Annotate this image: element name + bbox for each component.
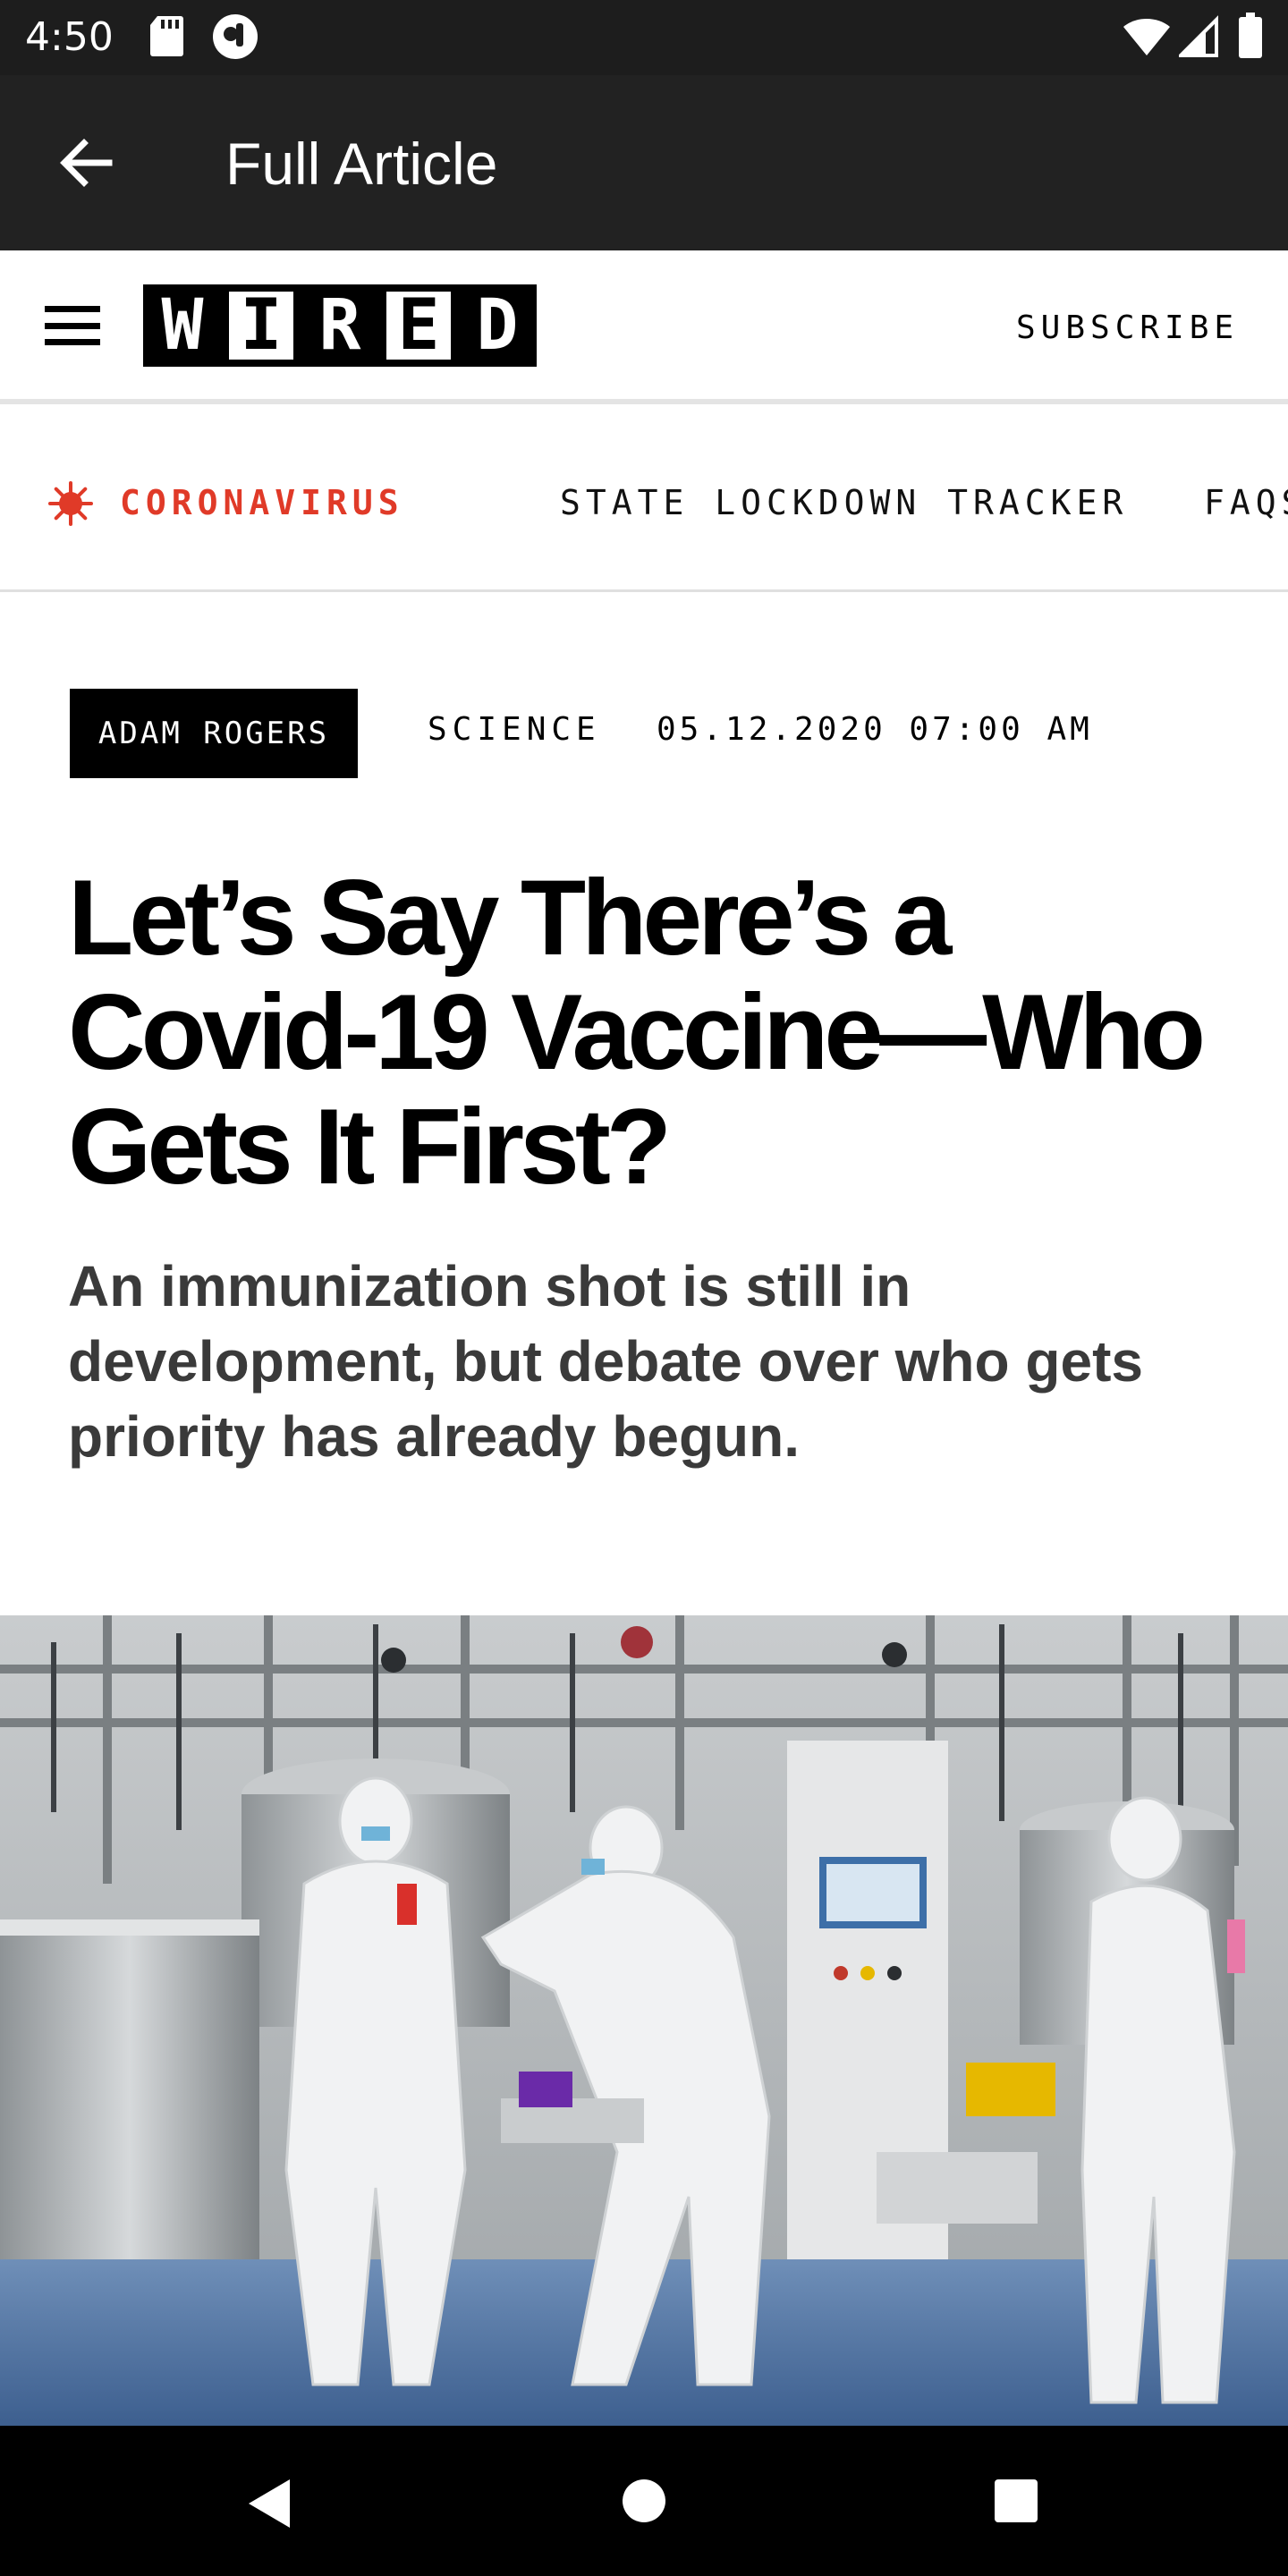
nav-item-coronavirus[interactable]: CORONAVIRUS [120,479,404,526]
vpn-icon [213,14,258,59]
battery-icon [1239,13,1262,58]
arrow-left-icon [60,139,113,187]
section-tag[interactable]: SCIENCE [428,711,601,748]
sd-card-icon [150,16,183,56]
logo-letter: W [143,284,222,367]
logo-letter: R [301,284,379,367]
wired-logo[interactable]: W I R E D [143,284,537,367]
article-headline: Let’s Say There’s a Covid-19 Vaccine—Who… [68,858,1206,1207]
nav-item-state-lockdown-tracker[interactable]: STATE LOCKDOWN TRACKER [560,479,1128,526]
virus-icon [48,481,93,526]
system-navigation-bar [0,2426,1288,2576]
site-header: W I R E D SUBSCRIBE [0,250,1288,404]
back-button[interactable] [50,127,122,199]
subscribe-link[interactable]: SUBSCRIBE [1016,309,1239,346]
app-bar: Full Article [0,75,1288,250]
back-triangle-icon[interactable] [243,2476,293,2531]
recents-square-icon[interactable] [993,2478,1039,2524]
hamburger-menu-icon [45,306,100,312]
app-title: Full Article [225,131,498,197]
article-dek: An immunization shot is still in develop… [68,1254,1143,1469]
status-time: 4:50 [25,14,114,60]
topic-nav-strip: CORONAVIRUS STATE LOCKDOWN TRACKER FAQS [0,410,1288,592]
logo-letter: I [222,284,301,367]
home-circle-icon[interactable] [621,2478,667,2524]
hamburger-menu-button[interactable] [41,299,104,352]
logo-letter: E [379,284,458,367]
lab-photo-illustration [0,1615,1288,2426]
hamburger-line [45,339,100,345]
hero-image [0,1615,1288,2426]
publish-date: 05.12.2020 07:00 AM [657,711,1093,748]
author-badge[interactable]: ADAM ROGERS [70,689,358,778]
logo-letter: D [458,284,537,367]
cell-signal-icon [1179,15,1218,57]
nav-item-faqs[interactable]: FAQS [1204,479,1288,526]
wifi-icon [1123,19,1170,55]
status-bar: 4:50 [0,0,1288,75]
hamburger-line [45,322,100,329]
